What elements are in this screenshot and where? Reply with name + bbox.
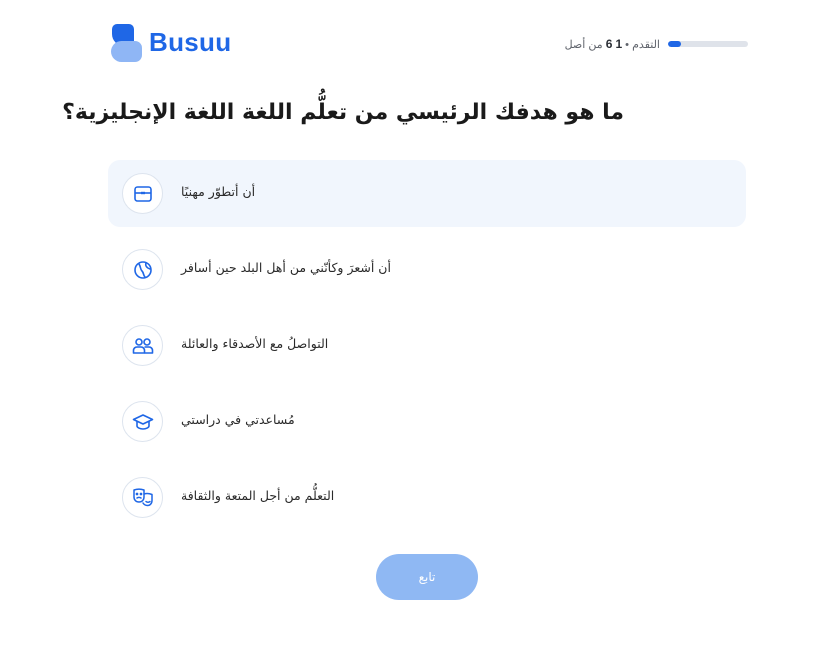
progress-total: 6 [605,37,613,51]
header: Busuu التقدم • 1 6 من أصل [108,20,748,64]
continue-button[interactable]: تابع [376,554,478,600]
progress-bar-fill [668,41,682,47]
busuu-logo-text: Busuu [149,26,232,57]
theater-masks-icon [122,477,163,518]
people-icon [122,325,163,366]
busuu-logo[interactable]: Busuu [108,22,231,62]
progress-of-text: من أصل [564,39,603,51]
option-label: أن أتطوّر مهنيًا [181,184,256,199]
globe-icon [122,249,163,290]
option-travel[interactable]: أن أشعرَ وكأنّني من أهل البلد حين أسافر [108,236,746,303]
progress-indicator: التقدم • 1 6 من أصل [565,37,748,51]
option-friends-family[interactable]: التواصلُ مع الأصدقاء والعائلة [108,312,746,379]
option-label: مُساعدتي في دراستي [181,412,295,427]
graduation-cap-icon [122,401,163,442]
question-title: ما هو هدفك الرئيسي من تعلُّم اللغة اللغة… [62,100,624,125]
briefcase-icon [122,173,163,214]
option-label: أن أشعرَ وكأنّني من أهل البلد حين أسافر [181,260,391,275]
option-studies[interactable]: مُساعدتي في دراستي [108,388,746,455]
progress-text: التقدم • 1 6 من أصل [564,37,660,51]
busuu-logo-mark-icon [108,22,142,62]
option-label: التواصلُ مع الأصدقاء والعائلة [181,336,329,351]
option-culture[interactable]: التعلُّم من أجل المتعة والثقافة [108,464,746,531]
option-career[interactable]: أن أتطوّر مهنيًا [108,160,746,227]
option-label: التعلُّم من أجل المتعة والثقافة [181,488,335,503]
options-list: أن أتطوّر مهنيًا أن أشعرَ وكأنّني من أهل… [108,160,746,540]
progress-bar [668,41,748,47]
progress-label: التقدم [632,39,660,51]
